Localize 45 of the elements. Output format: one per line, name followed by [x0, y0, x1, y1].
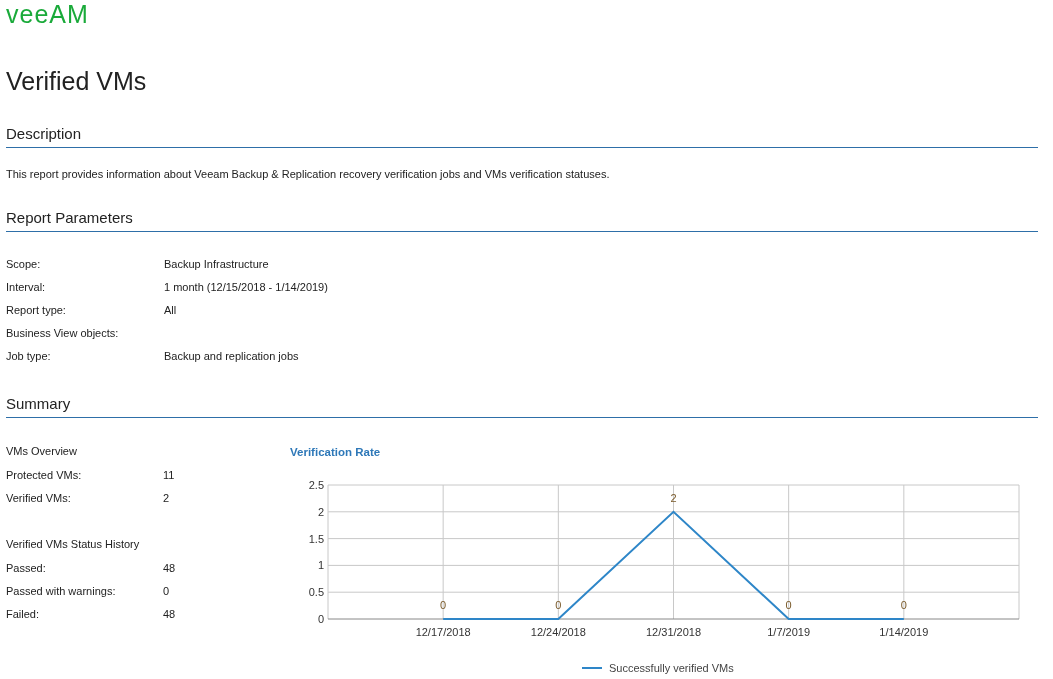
- stat-label: Passed with warnings:: [6, 584, 117, 597]
- parameter-value: 1 month (12/15/2018 - 1/14/2019): [164, 280, 328, 293]
- stat-value: 0: [163, 584, 170, 597]
- stat-label: Verified VMs:: [6, 491, 72, 504]
- description-text: This report provides information about Veeam Backup & Replication recovery verification jobs and VMs verification statuses.: [6, 167, 610, 181]
- stat-label: Protected VMs:: [6, 468, 83, 481]
- x-tick-label: 12/31/2018: [645, 626, 702, 638]
- data-label: 0: [900, 599, 907, 611]
- data-label: 2: [670, 491, 677, 504]
- group-title: VMs Overview: [6, 444, 77, 459]
- parameter-label: Interval:: [6, 280, 47, 293]
- section-heading: Summary: [6, 395, 1038, 418]
- stat-value: 48: [163, 561, 176, 574]
- group-title: Verified VMs Status History: [6, 537, 140, 552]
- parameter-label: Report type:: [6, 303, 67, 316]
- y-tick-label: 0: [317, 613, 324, 625]
- logo: veeAM: [6, 2, 89, 26]
- parameter-value: Backup Infrastructure: [164, 257, 269, 270]
- parameter-value: All: [164, 303, 177, 316]
- parameter-label: Scope:: [6, 257, 42, 270]
- x-tick-label: 12/17/2018: [415, 626, 471, 638]
- y-tick-label: 1.5: [308, 532, 324, 545]
- y-tick-label: 2: [317, 505, 324, 518]
- stat-label: Failed:: [6, 607, 41, 620]
- x-tick-label: 1/7/2019: [767, 626, 811, 638]
- data-label: 0: [555, 599, 562, 611]
- page-title: Verified VMs: [6, 66, 147, 96]
- y-tick-label: 0.5: [308, 586, 324, 599]
- data-label: 0: [785, 599, 792, 611]
- x-tick-label: 12/24/2018: [530, 626, 586, 638]
- y-tick-label: 1: [317, 559, 324, 572]
- chart-title: Verification Rate: [290, 446, 381, 458]
- legend-label: Successfully verified VMs: [609, 662, 734, 674]
- stat-value: 11: [163, 468, 175, 481]
- parameter-label: Job type:: [6, 349, 52, 362]
- parameter-value: Backup and replication jobs: [164, 349, 299, 362]
- stat-value: 48: [163, 607, 176, 620]
- section-heading: Report Parameters: [6, 209, 1038, 232]
- stat-label: Passed:: [6, 561, 47, 574]
- section-heading: Description: [6, 125, 1038, 148]
- y-tick-label: 2.5: [308, 479, 324, 491]
- stat-value: 2: [163, 491, 170, 504]
- parameter-label: Business View objects:: [6, 326, 120, 339]
- x-tick-label: 1/14/2019: [879, 626, 929, 638]
- data-label: 0: [440, 599, 447, 611]
